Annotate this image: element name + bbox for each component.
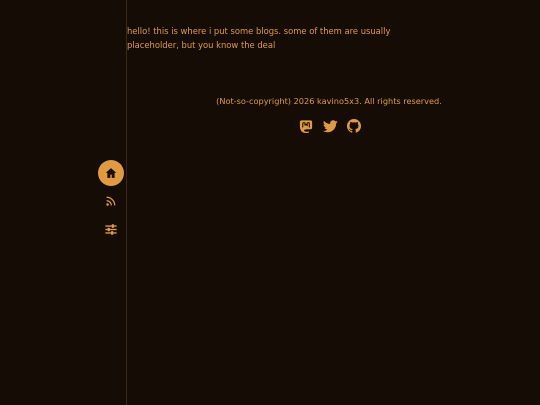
nav-item-settings[interactable]: [98, 216, 124, 242]
twitter-link[interactable]: [322, 118, 338, 134]
sidebar-divider: [126, 0, 127, 405]
rss-icon: [106, 196, 116, 206]
github-icon: [347, 119, 361, 133]
nav-item-rss[interactable]: [98, 188, 124, 214]
mastodon-icon: [299, 120, 313, 133]
nav-item-home[interactable]: [98, 160, 124, 186]
mastodon-link[interactable]: [298, 118, 314, 134]
sidebar-nav: [98, 160, 124, 244]
github-link[interactable]: [346, 118, 362, 134]
footer-copyright: (Not-so-copyright) 2026 kavino5x3. All r…: [216, 96, 442, 106]
twitter-icon: [322, 119, 338, 132]
social-links: [298, 117, 362, 135]
settings-sliders-icon: [105, 223, 117, 235]
intro-text: hello! this is where i put some blogs. s…: [127, 26, 391, 50]
home-icon: [105, 168, 117, 178]
